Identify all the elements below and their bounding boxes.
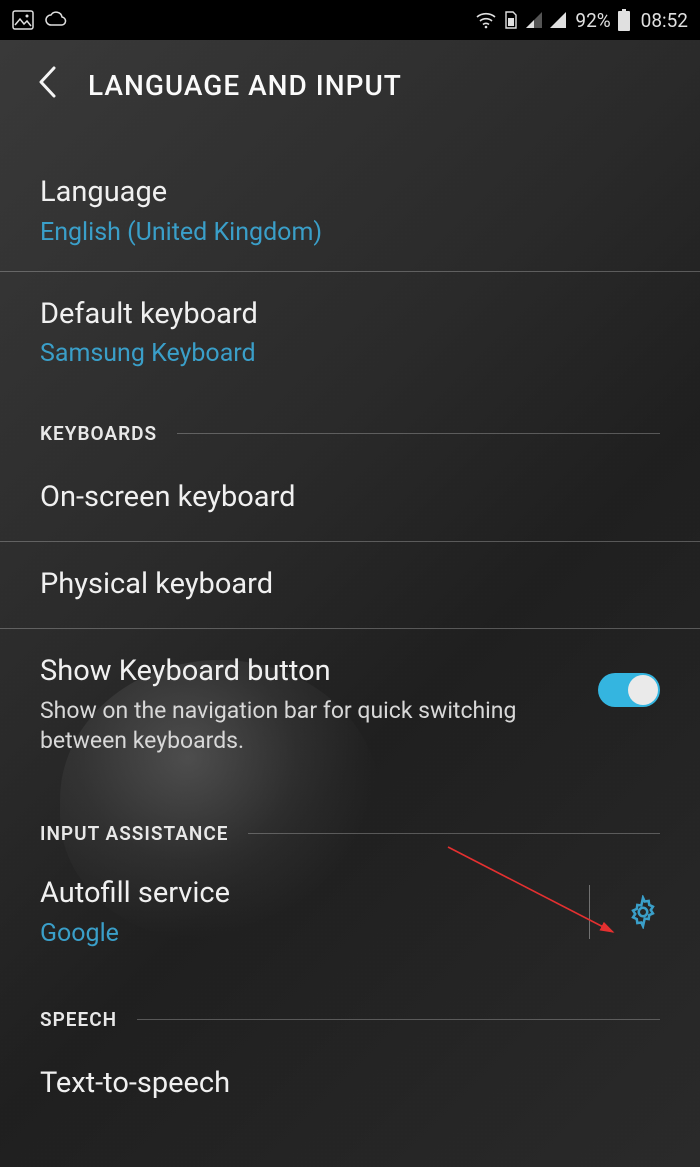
status-bar: 92% 08:52 <box>0 0 700 40</box>
section-input-assistance-label: INPUT ASSISTANCE <box>40 822 228 845</box>
language-title: Language <box>40 174 660 212</box>
wifi-icon <box>475 11 497 29</box>
page-title: LANGUAGE AND INPUT <box>88 69 402 102</box>
onscreen-keyboard-row[interactable]: On-screen keyboard <box>0 455 700 542</box>
show-keyboard-button-desc: Show on the navigation bar for quick swi… <box>40 696 578 756</box>
back-button[interactable] <box>36 65 58 105</box>
section-speech-label: SPEECH <box>40 1008 117 1031</box>
section-divider <box>248 833 660 834</box>
physical-keyboard-title: Physical keyboard <box>40 566 660 604</box>
autofill-service-row[interactable]: Autofill service Google <box>0 855 700 972</box>
show-keyboard-button-row[interactable]: Show Keyboard button Show on the navigat… <box>0 629 700 786</box>
show-keyboard-button-title: Show Keyboard button <box>40 653 578 691</box>
section-divider <box>137 1019 660 1020</box>
screen-header: LANGUAGE AND INPUT <box>0 40 700 150</box>
cloud-icon <box>44 10 68 30</box>
section-keyboards-label: KEYBOARDS <box>40 422 157 445</box>
image-icon <box>12 10 34 30</box>
section-input-assistance: INPUT ASSISTANCE <box>0 786 700 855</box>
autofill-title: Autofill service <box>40 875 573 913</box>
default-keyboard-row[interactable]: Default keyboard Samsung Keyboard <box>0 272 700 393</box>
signal-icon-1 <box>525 11 543 29</box>
autofill-value: Google <box>40 919 573 948</box>
settings-screen: LANGUAGE AND INPUT Language English (Uni… <box>0 40 700 1127</box>
autofill-settings-button[interactable] <box>606 895 660 929</box>
show-keyboard-toggle[interactable] <box>598 673 660 707</box>
language-value: English (United Kingdom) <box>40 218 660 247</box>
section-keyboards: KEYBOARDS <box>0 392 700 455</box>
default-keyboard-value: Samsung Keyboard <box>40 339 660 368</box>
signal-icon-2 <box>549 11 567 29</box>
vertical-divider <box>589 885 590 939</box>
section-speech: SPEECH <box>0 972 700 1041</box>
default-keyboard-title: Default keyboard <box>40 296 660 334</box>
battery-percent: 92% <box>575 9 610 32</box>
status-time: 08:52 <box>641 9 688 32</box>
battery-icon <box>617 9 631 31</box>
onscreen-keyboard-title: On-screen keyboard <box>40 479 660 517</box>
sim-icon <box>503 10 519 30</box>
section-divider <box>177 433 660 434</box>
gear-icon <box>626 895 660 929</box>
toggle-knob <box>628 675 658 705</box>
status-right: 92% 08:52 <box>475 9 688 32</box>
physical-keyboard-row[interactable]: Physical keyboard <box>0 542 700 629</box>
text-to-speech-row[interactable]: Text-to-speech <box>0 1041 700 1127</box>
text-to-speech-title: Text-to-speech <box>40 1065 660 1103</box>
status-left <box>12 10 68 30</box>
language-row[interactable]: Language English (United Kingdom) <box>0 150 700 272</box>
